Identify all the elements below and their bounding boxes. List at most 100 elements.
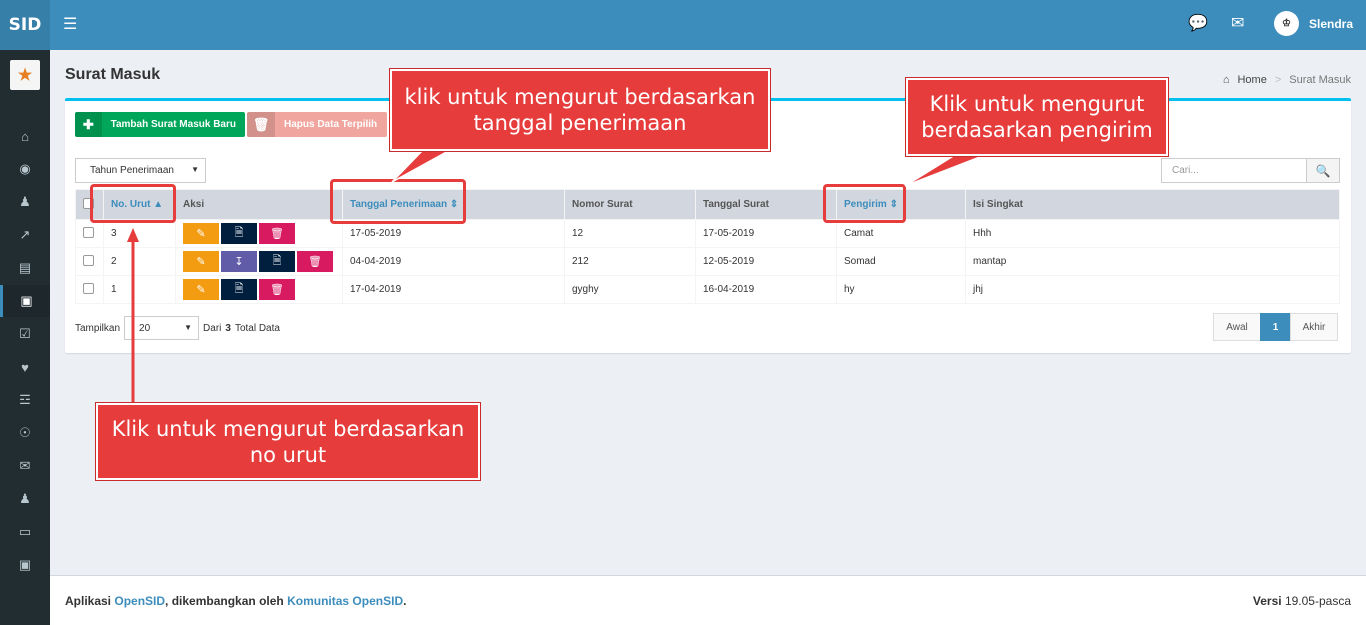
cell-tanggal-surat: 16-04-2019 xyxy=(695,275,837,304)
cell-tanggal-penerimaan: 17-04-2019 xyxy=(342,275,565,304)
delete-button[interactable]: 🗑 xyxy=(297,251,333,272)
header-isi-singkat: Isi Singkat xyxy=(965,189,1340,220)
cell-pengirim: Somad xyxy=(836,247,966,276)
search-placeholder: Cari... xyxy=(1172,165,1199,176)
cell-nomor-surat: 212 xyxy=(564,247,696,276)
document-button[interactable]: 🗎 xyxy=(221,223,257,244)
footer-end: . xyxy=(403,593,407,608)
search-button[interactable]: 🔍 xyxy=(1306,158,1340,183)
desktop-icon[interactable]: ▭ xyxy=(0,516,50,548)
row-select xyxy=(75,275,104,304)
user-menu[interactable]: ♔ Slendra xyxy=(1274,11,1353,36)
signpost-icon[interactable]: ☲ xyxy=(0,384,50,416)
globe-icon[interactable]: ☉ xyxy=(0,417,50,449)
table-header-row: No. Urut ▲ Aksi Tanggal Penerimaan ⇕ Nom… xyxy=(75,189,1340,220)
trash-icon: 🗑 xyxy=(247,112,275,137)
cell-nomor-surat: 12 xyxy=(564,219,696,248)
search-input[interactable]: Cari... xyxy=(1161,158,1307,183)
checklist-icon[interactable]: ☑ xyxy=(0,318,50,350)
group-icon[interactable]: ♟ xyxy=(0,483,50,515)
menu-toggle-icon[interactable]: ☰ xyxy=(63,14,77,34)
delete-selected-button[interactable]: 🗑 Hapus Data Terpilih xyxy=(247,112,387,137)
page-current[interactable]: 1 xyxy=(1260,313,1291,341)
envelope-icon[interactable]: ✉ xyxy=(0,450,50,482)
delete-button[interactable]: 🗑 xyxy=(259,279,295,300)
inbox-icon[interactable]: ▣ xyxy=(0,549,50,581)
app-logo[interactable]: SID xyxy=(0,0,50,50)
table-row: 2 ✎ ↧ 🗎 🗑 04-04-2019 212 12-05-2019 Somad m… xyxy=(75,247,1340,276)
highlight-tanggal xyxy=(330,179,466,224)
cell-nomor-surat: gyghy xyxy=(564,275,696,304)
cell-tanggal-surat: 17-05-2019 xyxy=(695,219,837,248)
highlight-no-urut xyxy=(90,184,176,223)
add-surat-button[interactable]: ✚ Tambah Surat Masuk Baru xyxy=(75,112,245,137)
footer-version: Versi 19.05-pasca xyxy=(1253,594,1351,608)
header-tanggal-surat: Tanggal Surat xyxy=(695,189,837,220)
cell-actions: ✎ 🗎 🗑 xyxy=(175,275,343,304)
chat-icon[interactable]: 💬 xyxy=(1188,13,1208,33)
footer-credit: Aplikasi OpenSID, dikembangkan oleh Komu… xyxy=(65,594,406,608)
version-label: Versi xyxy=(1252,593,1282,608)
document-button[interactable]: 🗎 xyxy=(259,251,295,272)
user-avatar: ♔ xyxy=(1274,11,1299,36)
cell-tanggal-penerimaan: 04-04-2019 xyxy=(342,247,565,276)
row-checkbox[interactable] xyxy=(83,282,94,294)
row-select xyxy=(75,247,104,276)
cell-pengirim: Camat xyxy=(836,219,966,248)
cell-no: 3 xyxy=(103,219,176,248)
archive-icon[interactable]: ▣ xyxy=(0,285,50,317)
row-checkbox[interactable] xyxy=(83,254,94,266)
footer-prefix: Aplikasi xyxy=(65,593,112,608)
cell-tanggal-surat: 12-05-2019 xyxy=(695,247,837,276)
plus-icon: ✚ xyxy=(75,112,102,137)
delete-button[interactable]: 🗑 xyxy=(259,223,295,244)
version-value: 19.05-pasca xyxy=(1284,593,1351,608)
breadcrumb-home[interactable]: Home xyxy=(1237,74,1266,86)
village-logo: ★ xyxy=(10,60,40,90)
chart-icon[interactable]: ↗ xyxy=(0,219,50,251)
community-link[interactable]: Komunitas OpenSID xyxy=(287,594,403,608)
year-filter-value: Tahun Penerimaan xyxy=(90,165,174,176)
edit-button[interactable]: ✎ xyxy=(183,279,219,300)
cell-pengirim: hy xyxy=(836,275,966,304)
download-button[interactable]: ↧ xyxy=(221,251,257,272)
home-icon[interactable]: ⌂ xyxy=(0,120,50,152)
user-name: Slendra xyxy=(1309,16,1354,31)
header-nomor-surat: Nomor Surat xyxy=(564,189,696,220)
document-button[interactable]: 🗎 xyxy=(221,279,257,300)
row-checkbox[interactable] xyxy=(83,226,94,238)
edit-button[interactable]: ✎ xyxy=(183,251,219,272)
highlight-pengirim xyxy=(823,184,906,223)
cell-actions: ✎ ↧ 🗎 🗑 xyxy=(175,247,343,276)
page-size-select[interactable]: 20 ▼ xyxy=(124,316,200,340)
callout-no-urut: Klik untuk mengurut berdasarkan no urut xyxy=(95,402,481,481)
page-last[interactable]: Akhir xyxy=(1290,313,1338,341)
mail-icon[interactable]: ✉ xyxy=(1231,13,1244,33)
surat-table: No. Urut ▲ Aksi Tanggal Penerimaan ⇕ Nom… xyxy=(75,189,1340,304)
cell-actions: ✎ 🗎 🗑 xyxy=(175,219,343,248)
from-label: Dari xyxy=(203,322,222,334)
callout-pengirim: Klik untuk mengurut berdasarkan pengirim xyxy=(905,77,1169,157)
book-icon[interactable]: ▤ xyxy=(0,252,50,284)
cell-no: 1 xyxy=(103,275,176,304)
year-filter-select[interactable]: Tahun Penerimaan ▼ xyxy=(75,158,206,183)
table-row: 1 ✎ 🗎 🗑 17-04-2019 gyghy 16-04-2019 hy jhj xyxy=(75,275,1340,304)
breadcrumb-separator: > xyxy=(1274,74,1282,86)
add-surat-label: Tambah Surat Masuk Baru xyxy=(110,119,236,130)
dashboard-icon[interactable]: ◉ xyxy=(0,153,50,185)
edit-button[interactable]: ✎ xyxy=(183,223,219,244)
breadcrumb: ⌂ Home > Surat Masuk xyxy=(1223,74,1351,86)
total-label: Total Data xyxy=(234,322,280,334)
users-icon[interactable]: ♟ xyxy=(0,186,50,218)
page-first[interactable]: Awal xyxy=(1213,313,1261,341)
row-select xyxy=(75,219,104,248)
home-icon: ⌂ xyxy=(1222,74,1230,86)
cell-isi-singkat: Hhh xyxy=(965,219,1340,248)
page-title: Surat Masuk xyxy=(65,66,161,83)
heart-icon[interactable]: ♥ xyxy=(0,351,50,383)
caret-down-icon: ▼ xyxy=(191,165,199,174)
caret-down-icon: ▼ xyxy=(184,323,193,332)
opensid-link[interactable]: OpenSID xyxy=(114,594,165,608)
page-size-control: Tampilkan 20 ▼ Dari 3 Total Data xyxy=(75,316,280,340)
search-icon: 🔍 xyxy=(1315,163,1331,178)
